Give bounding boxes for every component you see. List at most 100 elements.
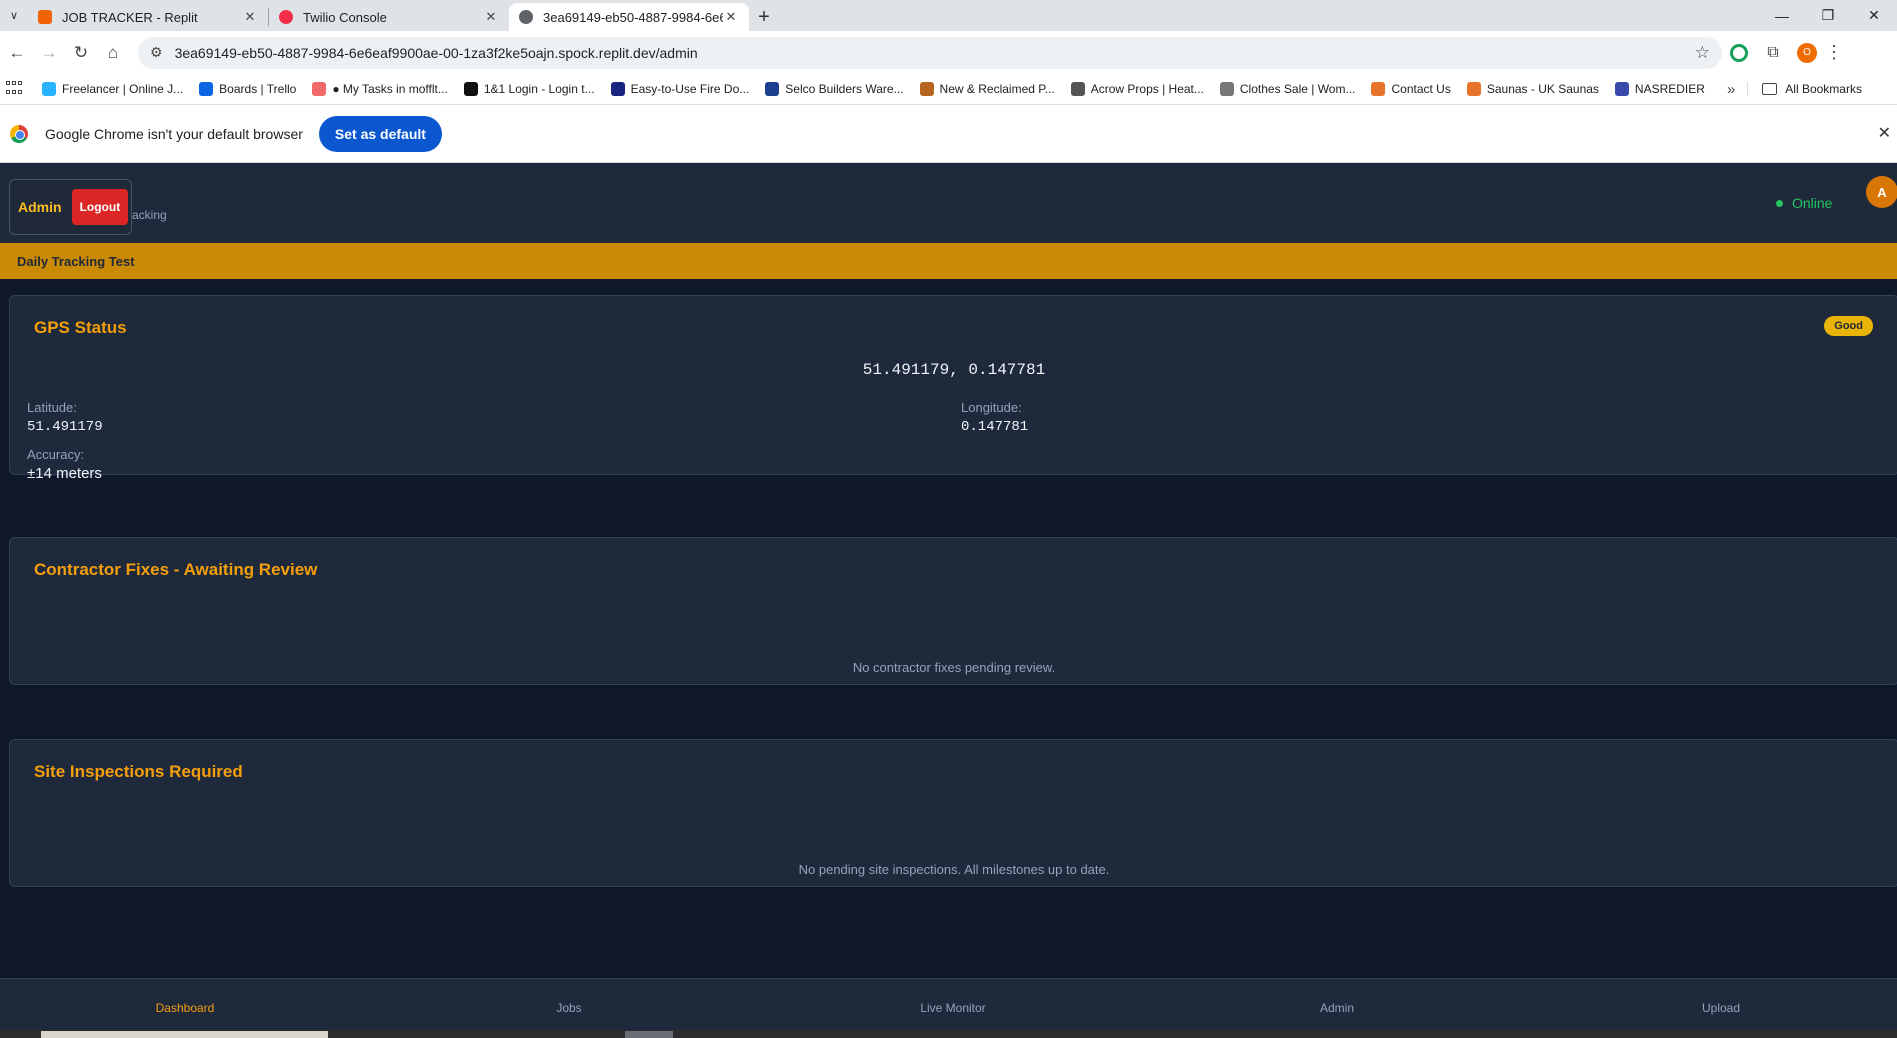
- window-controls: — ❐ ✕: [1759, 0, 1897, 31]
- restore-icon[interactable]: ❐: [1805, 0, 1851, 31]
- main-content: GPS Status Good 51.491179, 0.147781 Lati…: [0, 279, 1897, 978]
- latitude-value: 51.491179: [27, 419, 103, 435]
- address-bar[interactable]: ⚙ 3ea69149-eb50-4887-9984-6e6eaf9900ae-0…: [138, 36, 1722, 69]
- reload-icon[interactable]: ↻: [66, 38, 96, 68]
- bookmark-favicon-icon: [610, 82, 625, 96]
- tab-close-icon[interactable]: ✕: [483, 9, 499, 25]
- bookmark-favicon-icon: [463, 82, 478, 96]
- window-close-icon[interactable]: ✕: [1851, 0, 1897, 31]
- more-bookmarks-icon[interactable]: »: [1727, 81, 1735, 98]
- site-info-icon[interactable]: ⚙: [150, 44, 163, 61]
- bookmark-favicon-icon: [1219, 82, 1234, 96]
- empty-message: No contractor fixes pending review.: [852, 660, 1056, 675]
- extensions-puzzle-icon[interactable]: ⧉: [1756, 38, 1790, 68]
- bookmark-label: Boards | Trello: [219, 82, 297, 96]
- card-title: GPS Status: [34, 318, 127, 337]
- bookmark-item[interactable]: Saunas - UK Saunas: [1466, 82, 1599, 96]
- set-default-button[interactable]: Set as default: [318, 115, 442, 152]
- longitude-value: 0.147781: [961, 419, 1029, 435]
- bookmark-favicon-icon: [42, 82, 56, 96]
- all-bookmarks-label: All Bookmarks: [1785, 82, 1862, 96]
- bookmark-favicon-icon: [919, 82, 934, 96]
- card-title: Contractor Fixes - Awaiting Review: [34, 560, 318, 579]
- browser-toolbar: ← → ↻ ⌂ ⚙ 3ea69149-eb50-4887-9984-6e6eaf…: [0, 31, 1897, 74]
- accuracy-value: ±14 meters: [27, 465, 102, 482]
- connection-status: Online: [1776, 195, 1832, 211]
- coordinates-display: 51.491179, 0.147781: [862, 361, 1046, 379]
- bookmark-item[interactable]: Boards | Trello: [199, 82, 296, 96]
- bookmark-star-icon[interactable]: ☆: [1695, 43, 1710, 63]
- profile-avatar[interactable]: O: [1790, 38, 1824, 68]
- infobar-message: Google Chrome isn't your default browser: [45, 125, 303, 142]
- bookmark-item[interactable]: Easy-to-Use Fire Do...: [610, 82, 750, 96]
- empty-message: No pending site inspections. All milesto…: [798, 862, 1110, 877]
- gps-status-card: GPS Status Good 51.491179, 0.147781 Lati…: [9, 295, 1897, 482]
- taskbar-thumbnail: [41, 1031, 328, 1038]
- infobar-close-icon[interactable]: ✕: [1878, 123, 1891, 143]
- bookmark-item[interactable]: Contact Us: [1371, 82, 1451, 96]
- bookmark-label: New & Reclaimed P...: [939, 82, 1055, 96]
- job-banner: Daily Tracking Test: [0, 243, 1897, 279]
- nav-item-admin[interactable]: Admin: [1320, 1001, 1354, 1015]
- tab-title: JOB TRACKER - Replit: [62, 9, 198, 25]
- app-header: Admin Logout acking Online A: [0, 163, 1897, 243]
- longitude-label: Longitude:: [961, 400, 1022, 415]
- admin-label: Admin: [18, 199, 62, 215]
- bookmark-label: Contact Us: [1391, 82, 1451, 96]
- bottom-nav: Dashboard Jobs Live Monitor Admin Upload: [0, 978, 1897, 1030]
- browser-menu-icon[interactable]: ⋮: [1824, 38, 1844, 68]
- bookmark-item[interactable]: Freelancer | Online J...: [42, 82, 183, 96]
- default-browser-infobar: Google Chrome isn't your default browser…: [0, 105, 1897, 163]
- user-avatar[interactable]: A: [1866, 176, 1897, 208]
- browser-tabstrip: ∨ JOB TRACKER - Replit ✕ Twilio Console …: [0, 0, 1897, 31]
- nav-item-live-monitor[interactable]: Live Monitor: [920, 1001, 985, 1015]
- tab-title: Twilio Console: [303, 9, 387, 25]
- bookmark-favicon-icon: [1070, 82, 1085, 96]
- browser-tab-job-tracker[interactable]: JOB TRACKER - Replit ✕: [28, 3, 268, 31]
- bookmark-item[interactable]: New & Reclaimed P...: [919, 82, 1055, 96]
- bookmark-item[interactable]: NASREDIER: [1614, 82, 1705, 96]
- admin-box: Admin Logout: [9, 179, 132, 235]
- apps-grid-icon[interactable]: [6, 81, 22, 97]
- bookmark-item[interactable]: Selco Builders Ware...: [765, 82, 904, 96]
- tab-close-icon[interactable]: ✕: [242, 9, 258, 25]
- tab-close-icon[interactable]: ✕: [723, 9, 739, 25]
- nav-item-jobs[interactable]: Jobs: [556, 1001, 581, 1015]
- browser-tab-twilio[interactable]: Twilio Console ✕: [269, 3, 509, 31]
- replit-favicon-icon: [38, 10, 52, 24]
- url-text[interactable]: 3ea69149-eb50-4887-9984-6e6eaf9900ae-00-…: [175, 45, 1695, 61]
- bookmark-favicon-icon: [1371, 82, 1386, 96]
- nav-item-upload[interactable]: Upload: [1702, 1001, 1740, 1015]
- tab-search-chevron-icon[interactable]: ∨: [0, 0, 28, 31]
- minimize-icon[interactable]: —: [1759, 0, 1805, 31]
- contractor-fixes-card: Contractor Fixes - Awaiting Review No co…: [9, 537, 1897, 685]
- back-arrow-icon[interactable]: ←: [2, 38, 32, 68]
- bookmark-label: ● My Tasks in mofflt...: [332, 82, 448, 96]
- bookmarks-bar: Freelancer | Online J... Boards | Trello ●…: [0, 74, 1897, 105]
- home-icon[interactable]: ⌂: [98, 38, 128, 68]
- nav-item-dashboard[interactable]: Dashboard: [156, 1001, 215, 1015]
- new-tab-plus-icon[interactable]: +: [749, 3, 779, 31]
- bookmark-label: Acrow Props | Heat...: [1090, 82, 1204, 96]
- taskbar-thumbnail: [625, 1031, 673, 1038]
- logout-button[interactable]: Logout: [71, 189, 129, 225]
- accuracy-label: Accuracy:: [27, 447, 85, 462]
- online-dot-icon: [1776, 199, 1783, 207]
- bookmark-label: Easy-to-Use Fire Do...: [630, 82, 750, 96]
- chrome-logo-icon: [10, 124, 28, 143]
- bookmark-item[interactable]: ● My Tasks in mofflt...: [312, 82, 448, 96]
- bookmark-favicon-icon: [199, 82, 214, 96]
- bookmark-label: 1&1 Login - Login t...: [483, 82, 595, 96]
- bookmark-label: Clothes Sale | Wom...: [1239, 82, 1356, 96]
- forward-arrow-icon[interactable]: →: [34, 38, 64, 68]
- gps-quality-badge: Good: [1824, 316, 1873, 336]
- twilio-favicon-icon: [279, 10, 293, 24]
- all-bookmarks[interactable]: All Bookmarks: [1747, 82, 1862, 96]
- bookmark-item[interactable]: Acrow Props | Heat...: [1070, 82, 1204, 96]
- browser-tab-active[interactable]: 3ea69149-eb50-4887-9984-6e6 ✕: [509, 3, 749, 31]
- bookmark-item[interactable]: Clothes Sale | Wom...: [1219, 82, 1356, 96]
- bookmark-label: Saunas - UK Saunas: [1486, 82, 1599, 96]
- bookmark-item[interactable]: 1&1 Login - Login t...: [463, 82, 595, 96]
- grammarly-extension-icon[interactable]: [1722, 38, 1756, 68]
- bookmark-favicon-icon: [765, 82, 780, 96]
